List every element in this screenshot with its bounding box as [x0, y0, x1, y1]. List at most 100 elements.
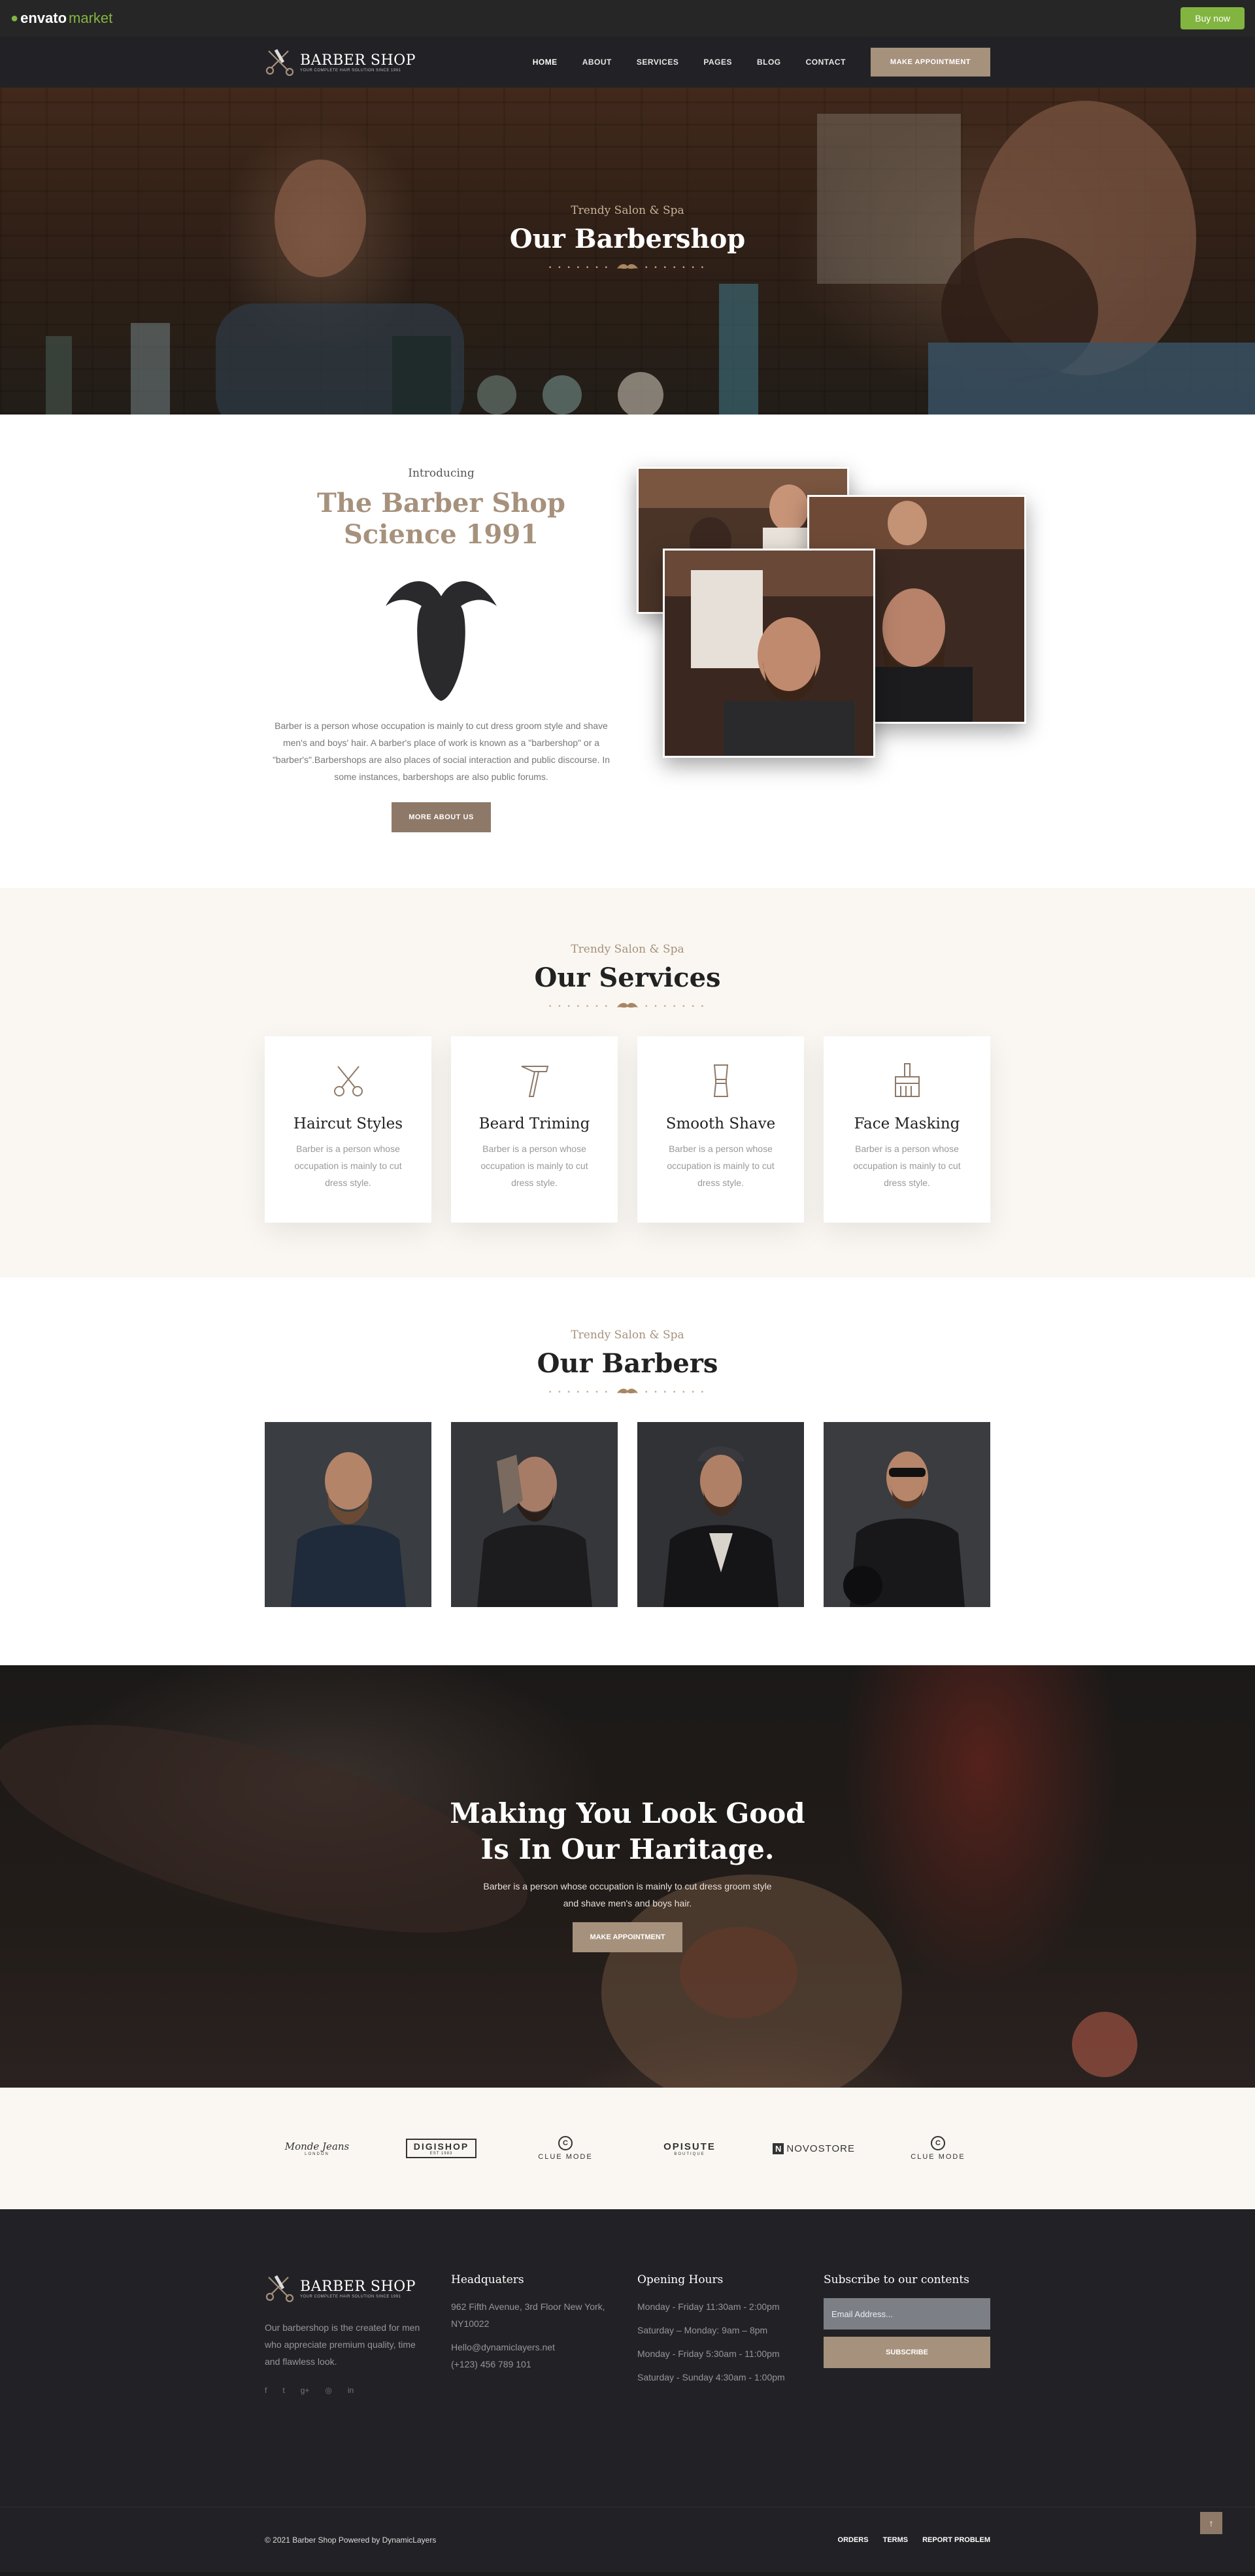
- footer-about: BARBER SHOP YOUR COMPLETE HAIR SOLUTION …: [265, 2273, 431, 2395]
- service-title: Smooth Shave: [665, 1115, 776, 1132]
- cta-title-line1: Making You Look Good: [450, 1797, 805, 1829]
- footer-hours-item: Saturday – Monday: 9am – 8pm: [637, 2325, 768, 2335]
- barbers-subtitle: Trendy Salon & Spa: [571, 1329, 684, 1342]
- envato-logo-text: envato: [20, 10, 67, 26]
- brand-name: BARBER SHOP: [300, 52, 416, 69]
- brand-tagline: YOUR COMPLETE HAIR SOLUTION SINCE 1991: [300, 68, 401, 73]
- footer-subscribe: Subscribe to our contents SUBSCRIBE: [824, 2273, 990, 2395]
- partner-name: OPISUTE: [663, 2141, 716, 2152]
- footer-hours-title: Opening Hours: [637, 2273, 724, 2286]
- partners-section: Monde Jeans LONDON DIGISHOP EST 1983 C C…: [0, 2088, 1255, 2209]
- footer-hq-email[interactable]: Hello@dynamiclayers.net: [451, 2339, 618, 2356]
- scroll-to-top-icon[interactable]: ↑: [1200, 2512, 1222, 2534]
- footer-bottom-bar: © 2021 Barber Shop Powered by DynamicLay…: [0, 2507, 1255, 2572]
- barber-photo-4[interactable]: [824, 1422, 990, 1607]
- services-title: Our Services: [534, 962, 721, 993]
- cta-section: Making You Look Good Is In Our Haritage.…: [0, 1665, 1255, 2088]
- cta-appointment-button[interactable]: MAKE APPOINTMENT: [573, 1922, 682, 1953]
- nav-pages[interactable]: PAGES: [703, 58, 732, 67]
- service-card-mask[interactable]: Face Masking Barber is a person whose oc…: [824, 1036, 990, 1223]
- partner-logo-cluemode[interactable]: C CLUE MODE: [503, 2136, 628, 2161]
- partner-sub: LONDON: [305, 2152, 329, 2156]
- service-text: Barber is a person whose occupation is m…: [853, 1144, 961, 1188]
- partner-logo-opisute[interactable]: OPISUTE BOUTIQUE: [628, 2141, 752, 2156]
- hero-section: Trendy Salon & Spa Our Barbershop • • • …: [0, 88, 1255, 415]
- footer-hours-item: Monday - Friday 5:30am - 11:00pm: [637, 2348, 780, 2359]
- services-section: Trendy Salon & Spa Our Services • • • • …: [0, 888, 1255, 1278]
- footer-brand-logo[interactable]: BARBER SHOP YOUR COMPLETE HAIR SOLUTION …: [265, 2273, 431, 2303]
- partner-name: CLUE MODE: [911, 2153, 965, 2161]
- service-text: Barber is a person whose occupation is m…: [480, 1144, 588, 1188]
- leaf-icon: ●: [10, 10, 19, 25]
- footer-subscribe-title: Subscribe to our contents: [824, 2273, 969, 2286]
- service-card-beard[interactable]: Beard Triming Barber is a person whose o…: [451, 1036, 618, 1223]
- main-nav: HOME ABOUT SERVICES PAGES BLOG CONTACT M…: [533, 48, 990, 76]
- subscribe-button[interactable]: SUBSCRIBE: [824, 2337, 990, 2368]
- nav-blog[interactable]: BLOG: [757, 58, 781, 67]
- service-card-haircut[interactable]: Haircut Styles Barber is a person whose …: [265, 1036, 431, 1223]
- facebook-icon[interactable]: f: [265, 2386, 267, 2395]
- service-card-shave[interactable]: Smooth Shave Barber is a person whose oc…: [637, 1036, 804, 1223]
- barbershop-photo-3: [663, 549, 875, 758]
- brand-tagline: YOUR COMPLETE HAIR SOLUTION SINCE 1991: [300, 2294, 401, 2299]
- envato-logo-market: market: [69, 10, 113, 26]
- brand-logo[interactable]: BARBER SHOP YOUR COMPLETE HAIR SOLUTION …: [265, 47, 416, 77]
- about-intro: Introducing: [408, 467, 475, 480]
- about-title-line2: Science 1991: [343, 519, 539, 550]
- twitter-icon[interactable]: t: [282, 2386, 284, 2395]
- instagram-icon[interactable]: ◎: [325, 2386, 331, 2395]
- footer-opening-hours: Opening Hours Monday - Friday 11:30am - …: [637, 2273, 804, 2395]
- footer-link-orders[interactable]: ORDERS: [838, 2536, 869, 2544]
- footer-hq-title: Headquaters: [451, 2273, 524, 2286]
- cta-title-line2: Is In Our Haritage.: [480, 1833, 775, 1865]
- service-title: Beard Triming: [478, 1115, 590, 1132]
- service-title: Face Masking: [854, 1115, 960, 1132]
- nav-about[interactable]: ABOUT: [582, 58, 612, 67]
- barbers-title: Our Barbers: [537, 1348, 718, 1379]
- bottom-strip: [0, 2572, 1255, 2576]
- services-subtitle: Trendy Salon & Spa: [571, 943, 684, 956]
- copyright-text: © 2021 Barber Shop Powered by DynamicLay…: [265, 2535, 437, 2545]
- hero-title: Our Barbershop: [509, 224, 746, 254]
- partner-name: DIGISHOP: [413, 2141, 469, 2152]
- partner-logo-monde[interactable]: Monde Jeans LONDON: [255, 2141, 379, 2156]
- barber-photo-2[interactable]: [451, 1422, 618, 1607]
- mustache-icon: [617, 1389, 638, 1394]
- razor-icon: [521, 1066, 548, 1097]
- service-text: Barber is a person whose occupation is m…: [667, 1144, 775, 1188]
- nav-contact[interactable]: CONTACT: [806, 58, 846, 67]
- footer-links: ORDERS TERMS REPORT PROBLEM: [838, 2536, 990, 2544]
- service-text: Barber is a person whose occupation is m…: [294, 1144, 402, 1188]
- service-title: Haircut Styles: [293, 1115, 403, 1132]
- mustache-divider: • • • • • • • • • • • • • •: [548, 263, 707, 271]
- cta-title: Making You Look Good Is In Our Haritage.: [0, 1796, 1255, 1867]
- barber-photo-3[interactable]: [637, 1422, 804, 1607]
- social-links: f t g+ ◎ in: [265, 2386, 431, 2395]
- about-section: Introducing The Barber Shop Science 1991…: [0, 415, 1255, 888]
- buy-now-button[interactable]: Buy now: [1180, 7, 1245, 29]
- beard-mustache-icon: [386, 581, 497, 701]
- barber-photo-1[interactable]: [265, 1422, 431, 1607]
- mustache-icon: [617, 1003, 638, 1008]
- about-title-line1: The Barber Shop: [316, 488, 566, 518]
- footer-link-terms[interactable]: TERMS: [883, 2536, 909, 2544]
- make-appointment-button[interactable]: MAKE APPOINTMENT: [870, 48, 990, 76]
- shaving-brush-icon: [713, 1064, 728, 1097]
- subscribe-email-input[interactable]: [824, 2298, 990, 2330]
- partner-logo-cluemode-2[interactable]: C CLUE MODE: [876, 2136, 1000, 2161]
- nav-services[interactable]: SERVICES: [637, 58, 678, 67]
- footer-hq-phone: (+123) 456 789 101: [451, 2359, 531, 2369]
- footer-hours-item: Saturday - Sunday 4:30am - 1:00pm: [637, 2372, 785, 2382]
- envato-logo[interactable]: ● envato market: [10, 10, 112, 27]
- nav-home[interactable]: HOME: [533, 58, 558, 67]
- footer-link-report[interactable]: REPORT PROBLEM: [922, 2536, 990, 2544]
- envato-bar: ● envato market Buy now: [0, 0, 1255, 37]
- linkedin-icon[interactable]: in: [348, 2386, 354, 2395]
- partner-logo-digishop[interactable]: DIGISHOP EST 1983: [379, 2139, 503, 2158]
- footer-hq-address: 962 Fifth Avenue, 3rd Floor New York, NY…: [451, 2301, 605, 2329]
- partner-logo-novostore[interactable]: N NOVOSTORE: [752, 2143, 876, 2154]
- more-about-us-button[interactable]: MORE ABOUT US: [392, 802, 491, 832]
- footer-hours-item: Monday - Friday 11:30am - 2:00pm: [637, 2301, 780, 2312]
- google-plus-icon[interactable]: g+: [301, 2386, 310, 2395]
- hero-subtitle: Trendy Salon & Spa: [571, 204, 684, 217]
